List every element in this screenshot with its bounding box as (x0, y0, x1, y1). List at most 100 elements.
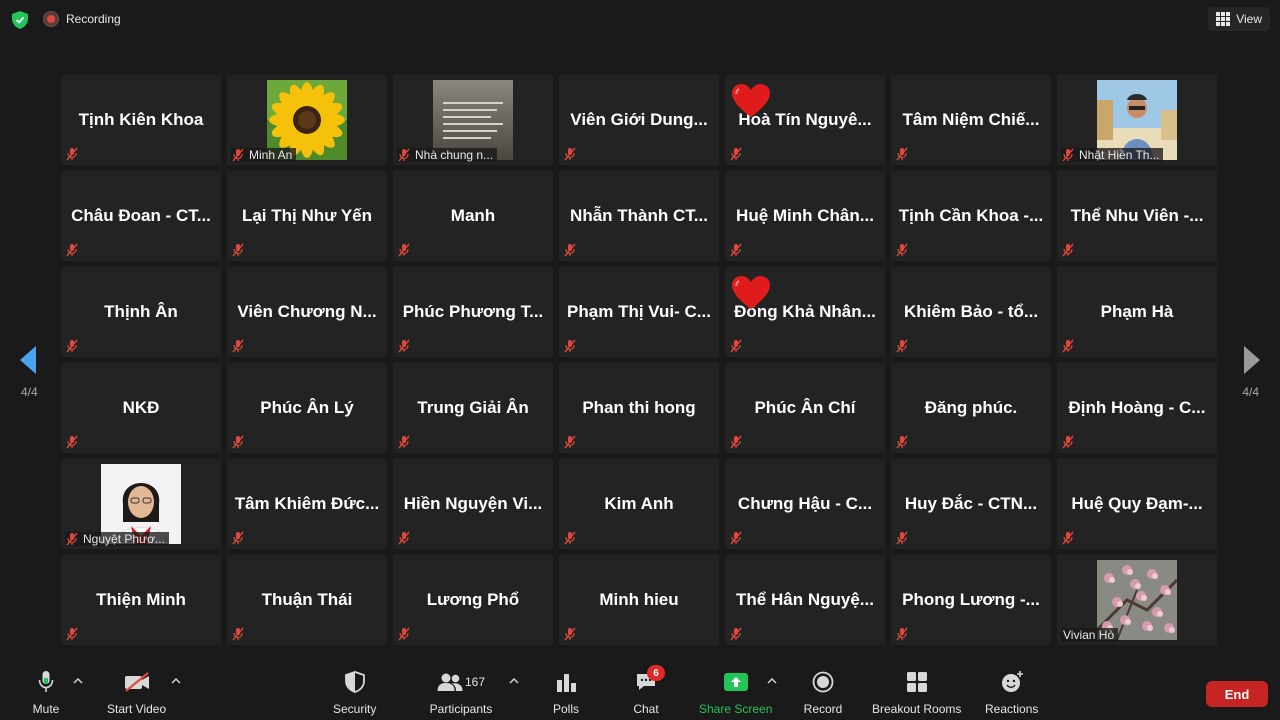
muted-microphone-icon (65, 435, 79, 449)
record-button[interactable]: Record (803, 668, 843, 716)
muted-microphone-icon (895, 147, 909, 161)
microphone-icon (26, 668, 66, 696)
participant-tile[interactable]: Chưng Hậu - C... (725, 459, 885, 549)
participant-tile[interactable]: Hiền Nguyện Vi... (393, 459, 553, 549)
participants-button[interactable]: 167 Participants (428, 668, 494, 716)
participant-tile[interactable]: Trung Giải Ân (393, 363, 553, 453)
participant-name: Tâm Khiêm Đức... (234, 494, 380, 513)
next-page-arrow-icon[interactable] (1243, 345, 1261, 375)
share-screen-button[interactable]: Share Screen (699, 668, 772, 716)
reactions-button[interactable]: Reactions (985, 668, 1038, 716)
muted-microphone-icon (563, 627, 577, 641)
muted-microphone-icon (397, 339, 411, 353)
security-button[interactable]: Security (333, 668, 376, 716)
participant-name: Phạm Thị Vui- C... (567, 302, 711, 321)
muted-microphone-icon (563, 531, 577, 545)
smiley-plus-icon (992, 668, 1032, 696)
participant-tile[interactable]: Tâm Niệm Chiế... (891, 75, 1051, 165)
participant-name: Định Hoàng - C... (1068, 398, 1206, 417)
participant-tile[interactable]: Phong Lương -... (891, 555, 1051, 645)
participant-name: NKĐ (122, 398, 160, 417)
video-options-chevron-icon[interactable] (171, 676, 181, 686)
participants-label: Participants (429, 702, 493, 716)
mute-button[interactable]: Mute (26, 668, 66, 716)
participant-tile[interactable]: Định Hoàng - C... (1057, 363, 1217, 453)
participant-tile[interactable]: Đồng Khả Nhân... (725, 267, 885, 357)
breakout-rooms-button[interactable]: Breakout Rooms (872, 668, 961, 716)
participant-tile[interactable]: Minh hieu (559, 555, 719, 645)
participant-tile[interactable]: Thể Nhu Viên -... (1057, 171, 1217, 261)
participant-tile[interactable]: Minh An (227, 75, 387, 165)
participant-tile[interactable]: Vivian Hò (1057, 555, 1217, 645)
participant-tile[interactable]: Lại Thị Như Yến (227, 171, 387, 261)
participant-name: Thiện Minh (96, 590, 186, 609)
participant-tile[interactable]: Nhà chung n... (393, 75, 553, 165)
participant-tile[interactable]: Khiêm Bảo - tổ... (891, 267, 1051, 357)
video-off-icon (117, 668, 157, 696)
participant-tile[interactable]: Lương Phổ (393, 555, 553, 645)
participant-tile[interactable]: Viên Chương N... (227, 267, 387, 357)
participant-tile[interactable]: Phúc Ân Lý (227, 363, 387, 453)
participant-tile[interactable]: Hoà Tín Nguyê... (725, 75, 885, 165)
participants-options-chevron-icon[interactable] (509, 676, 519, 686)
participant-gallery: Tịnh Kiên Khoa Minh An Nhà chung n... Viên … (61, 75, 1219, 646)
record-icon (803, 668, 843, 696)
participant-tile[interactable]: Huệ Minh Chân... (725, 171, 885, 261)
start-video-label: Start Video (107, 702, 167, 716)
recording-indicator[interactable]: Recording (44, 12, 121, 26)
participant-tile[interactable]: Nhẫn Thành CT... (559, 171, 719, 261)
participant-tile[interactable]: Huy Đắc - CTN... (891, 459, 1051, 549)
participant-tile[interactable]: Thuận Thái (227, 555, 387, 645)
previous-page-arrow-icon[interactable] (19, 345, 37, 375)
start-video-button[interactable]: Start Video (107, 668, 166, 716)
participant-tile[interactable]: Phạm Thị Vui- C... (559, 267, 719, 357)
participant-tile[interactable]: Huệ Quy Đạm-... (1057, 459, 1217, 549)
page-indicator-left: 4/4 (21, 385, 38, 399)
participant-tile[interactable]: Đăng phúc. (891, 363, 1051, 453)
participant-tile[interactable]: Phúc Ân Chí (725, 363, 885, 453)
participant-tile[interactable]: Thiện Minh (61, 555, 221, 645)
muted-microphone-icon (65, 532, 79, 546)
heart-reaction-icon (731, 275, 771, 311)
participant-name: Kim Anh (604, 494, 674, 513)
participant-name: Trung Giải Ân (417, 398, 529, 417)
participant-name: Tịnh Cần Khoa -... (898, 206, 1044, 225)
participant-name: Châu Đoan - CT... (71, 206, 211, 225)
polls-button[interactable]: Polls (546, 668, 586, 716)
participant-caption: Nhật Hiền Th... (1061, 148, 1164, 162)
participant-caption: Vivian Hò (1061, 628, 1119, 642)
participant-tile[interactable]: Nhật Hiền Th... (1057, 75, 1217, 165)
muted-microphone-icon (1061, 148, 1075, 162)
participant-tile[interactable]: Phan thi hong (559, 363, 719, 453)
muted-microphone-icon (895, 339, 909, 353)
muted-microphone-icon (1061, 243, 1075, 257)
chat-button[interactable]: 6 Chat (626, 665, 666, 716)
muted-microphone-icon (397, 243, 411, 257)
meeting-toolbar: Mute Start Video Security 167 Participan… (0, 660, 1280, 720)
participant-tile[interactable]: Phạm Hà (1057, 267, 1217, 357)
muted-microphone-icon (729, 627, 743, 641)
participant-tile[interactable]: Châu Đoan - CT... (61, 171, 221, 261)
participant-tile[interactable]: Tịnh Cần Khoa -... (891, 171, 1051, 261)
participant-tile[interactable]: Manh (393, 171, 553, 261)
view-button[interactable]: View (1208, 7, 1270, 31)
participant-tile[interactable]: Tâm Khiêm Đức... (227, 459, 387, 549)
muted-microphone-icon (729, 531, 743, 545)
participant-name: Huy Đắc - CTN... (904, 494, 1038, 513)
muted-microphone-icon (563, 435, 577, 449)
muted-microphone-icon (895, 435, 909, 449)
participant-name: Thuận Thái (261, 590, 353, 609)
participant-tile[interactable]: NKĐ (61, 363, 221, 453)
participant-tile[interactable]: Phúc Phương T... (393, 267, 553, 357)
participant-tile[interactable]: Viên Giới Dung... (559, 75, 719, 165)
participant-tile[interactable]: Thể Hân Nguyệ... (725, 555, 885, 645)
participant-tile[interactable]: Nguyệt Phươ... (61, 459, 221, 549)
security-shield-icon[interactable] (12, 11, 28, 29)
participant-tile[interactable]: Kim Anh (559, 459, 719, 549)
participant-name: Đăng phúc. (924, 398, 1018, 417)
audio-options-chevron-icon[interactable] (73, 676, 83, 686)
participant-tile[interactable]: Thịnh Ân (61, 267, 221, 357)
participant-tile[interactable]: Tịnh Kiên Khoa (61, 75, 221, 165)
share-options-chevron-icon[interactable] (767, 676, 777, 686)
end-meeting-button[interactable]: End (1206, 681, 1268, 707)
